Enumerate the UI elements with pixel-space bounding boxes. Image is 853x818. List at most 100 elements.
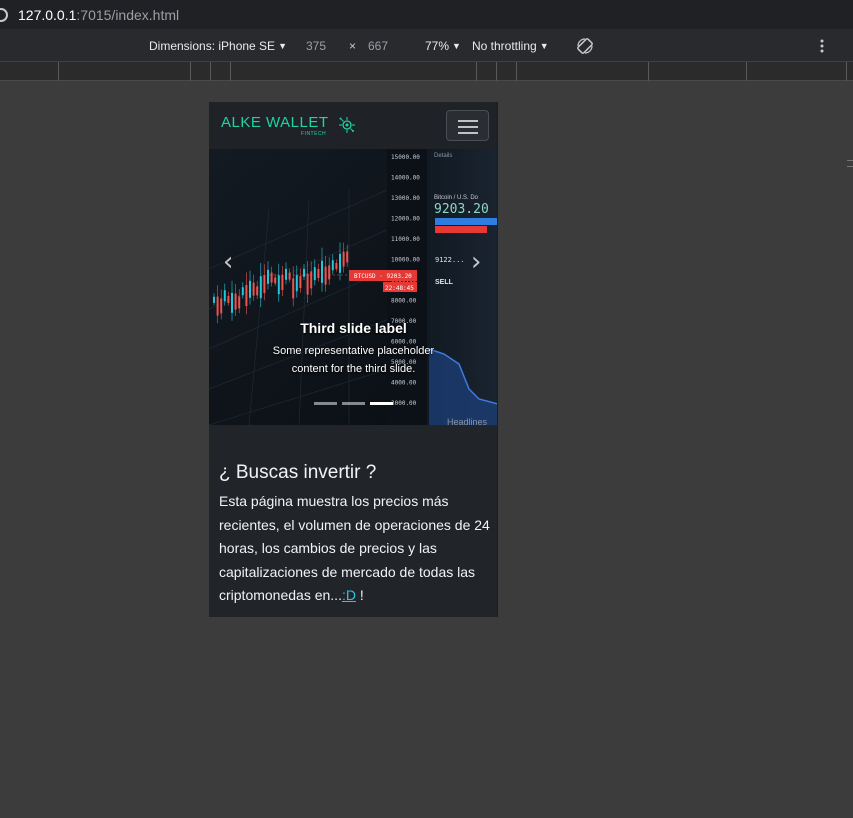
candle-body — [223, 290, 226, 302]
ruler-tick — [210, 62, 211, 81]
navbar-toggler-button[interactable] — [446, 110, 489, 141]
pair-label: Bitcoin / U.S. Do — [434, 195, 479, 201]
chevron-right-icon: › — [471, 247, 482, 277]
candle-body — [288, 272, 291, 280]
zoom-label: 77% — [425, 38, 450, 53]
btc-tag-text: BTCUSD · 9203.20 — [354, 273, 412, 280]
caption-title: Third slide label — [300, 320, 407, 336]
candle-body — [231, 292, 233, 313]
candle-body — [227, 296, 230, 303]
url-text[interactable]: 127.0.0.1:7015/index.html — [18, 7, 179, 23]
candle-body — [335, 263, 338, 269]
candle-body — [274, 277, 277, 284]
height-input[interactable]: 667 — [368, 29, 388, 62]
media-query-ruler[interactable] — [0, 62, 853, 81]
device-select[interactable]: Dimensions: iPhone SE ▼ — [149, 29, 287, 62]
price-tick-label: 8000.00 — [391, 298, 417, 305]
gear-circuit-icon — [339, 117, 355, 133]
more-options-button[interactable] — [820, 29, 824, 62]
ruler-tick — [58, 62, 59, 81]
candle-body — [295, 275, 298, 292]
throttling-label: No throttling — [472, 38, 537, 53]
resize-handle[interactable] — [847, 160, 853, 161]
candle-body — [249, 280, 251, 298]
width-input[interactable]: 375 — [306, 29, 326, 62]
candle-body — [299, 276, 302, 288]
url-bar[interactable]: 127.0.0.1:7015/index.html — [0, 0, 853, 29]
rotate-icon — [577, 37, 593, 54]
candle-body — [310, 271, 313, 289]
ruler-tick — [190, 62, 191, 81]
price-tick-label: 14000.00 — [391, 175, 420, 182]
candle-body — [303, 268, 305, 277]
candle-body — [277, 275, 280, 295]
price-tick-label: 12000.00 — [391, 216, 420, 223]
caption-text: Some representative placeholder content … — [272, 345, 435, 375]
candle-body — [292, 278, 295, 299]
candle-body — [285, 268, 287, 280]
candle-body — [324, 266, 327, 285]
price-tick-label: 11000.00 — [391, 236, 420, 243]
url-path: :7015/index.html — [76, 6, 180, 23]
candle-body — [281, 275, 284, 290]
candle-body — [267, 269, 269, 284]
hamburger-icon-line — [458, 126, 478, 128]
ruler-tick — [476, 62, 477, 81]
smile-link[interactable]: :D — [342, 587, 356, 603]
hero-carousel: 15000.00 14000.00 13000.00 12000.00 11000.00… — [209, 149, 497, 425]
rotate-button[interactable] — [576, 29, 594, 62]
brand-name: ALKE WALLET — [221, 114, 329, 131]
candle-body — [245, 285, 248, 306]
carousel-prev-button[interactable]: ‹ — [223, 247, 233, 277]
candle-body — [213, 296, 215, 303]
site-navbar: ALKE WALLET FINTECH — [209, 102, 497, 149]
resize-handle[interactable] — [847, 166, 853, 167]
candle-body — [342, 251, 345, 267]
section-heading: ¿ Buscas invertir ? — [219, 462, 377, 483]
chevron-left-icon: ‹ — [223, 247, 234, 277]
carousel-next-button[interactable]: › — [471, 247, 481, 277]
ruler-tick — [516, 62, 517, 81]
time-tag-text: 22:48:45 — [385, 285, 414, 292]
sell-label: SELL — [435, 279, 454, 286]
candle-body — [328, 265, 331, 280]
carousel-indicator-3[interactable] — [370, 402, 393, 405]
more-vert-icon — [820, 39, 824, 52]
candle-body — [306, 273, 309, 295]
chevron-down-icon: ▼ — [278, 40, 287, 51]
brand-logo[interactable]: ALKE WALLET FINTECH — [221, 114, 355, 137]
candle-body — [313, 267, 316, 281]
brand-subtitle: FINTECH — [301, 131, 327, 137]
big-price: 9203.20 — [434, 202, 489, 217]
url-host: 127.0.0.1 — [18, 6, 77, 23]
price-tick-label: 10000.00 — [391, 257, 420, 264]
invest-section: ¿ Buscas invertir ? Esta página muestra … — [219, 462, 491, 608]
throttling-select[interactable]: No throttling ▼ — [472, 29, 549, 62]
candle-body — [339, 253, 341, 273]
hamburger-icon-line — [458, 120, 478, 122]
site-info-icon[interactable] — [0, 7, 8, 22]
carousel-indicator-1[interactable] — [314, 402, 337, 405]
candle-body — [346, 251, 349, 263]
device-select-label: Dimensions: iPhone SE — [149, 38, 276, 53]
candle-body — [252, 282, 255, 296]
mini-price: 9122... — [435, 256, 465, 264]
ask-bar — [435, 226, 487, 233]
candle-body — [270, 272, 273, 283]
carousel-caption: Third slide label Some representative pl… — [209, 320, 497, 378]
candle-body — [259, 276, 262, 299]
candle-body — [331, 260, 334, 271]
hamburger-icon-line — [458, 132, 478, 134]
carousel-indicator-2[interactable] — [342, 402, 365, 405]
trading-chart-image: 15000.00 14000.00 13000.00 12000.00 11000.00… — [209, 149, 497, 425]
bid-bar — [435, 218, 497, 225]
price-tick-label: 15000.00 — [391, 154, 420, 161]
price-tick-label: 13000.00 — [391, 195, 420, 202]
section-body: Esta página muestra los precios más reci… — [219, 490, 491, 608]
chevron-down-icon: ▼ — [539, 40, 549, 51]
ruler-tick — [746, 62, 747, 81]
emulated-viewport: ALKE WALLET FINTECH 15000.00 14000.00 13… — [209, 102, 498, 617]
candle-body — [263, 275, 266, 293]
zoom-select[interactable]: 77% ▼ — [425, 29, 461, 62]
times-sign: × — [349, 38, 357, 53]
